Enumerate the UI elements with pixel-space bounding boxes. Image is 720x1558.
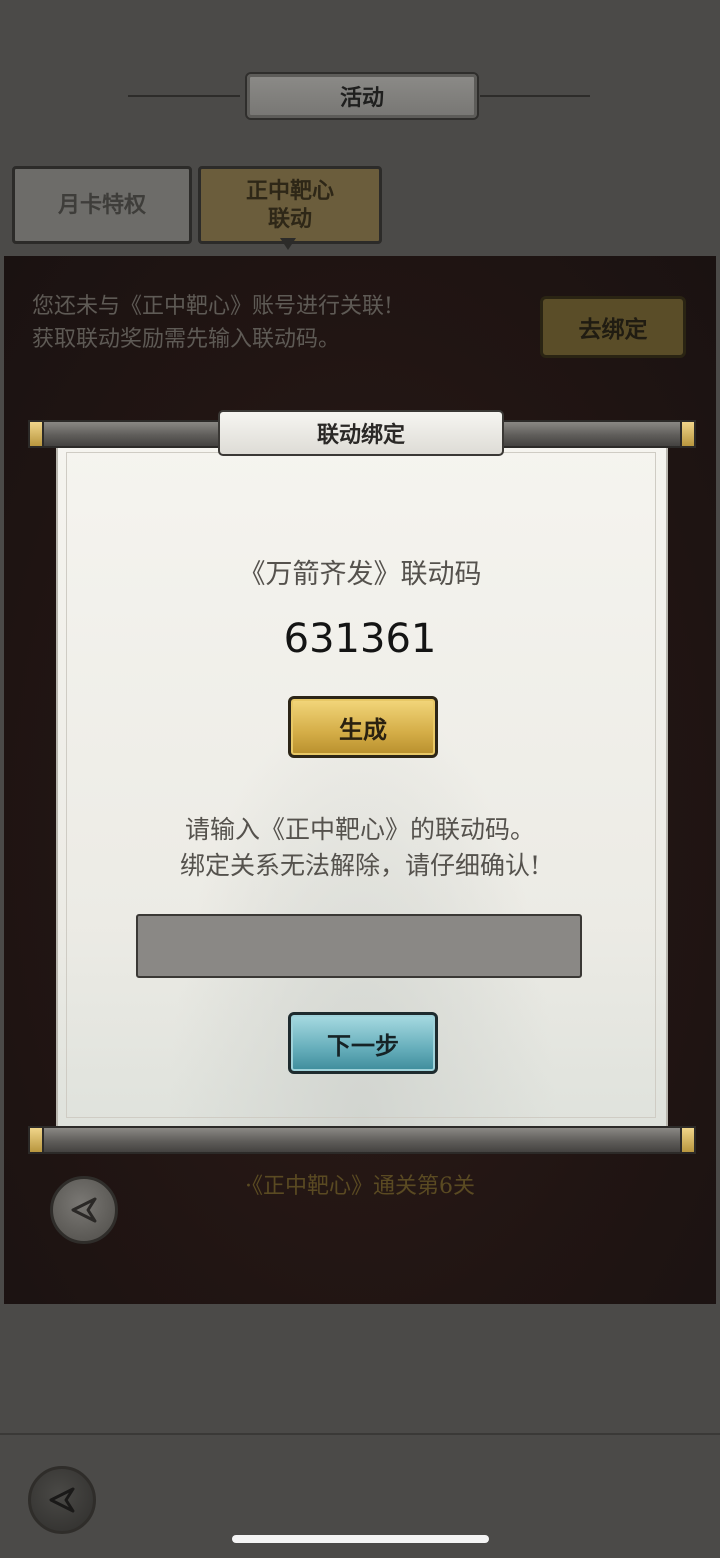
back-button[interactable]	[50, 1176, 118, 1244]
dialog-title: 联动绑定	[218, 410, 504, 456]
tab-selected-indicator	[280, 238, 296, 250]
tab-label: 正中靶心 联动	[245, 178, 334, 232]
instruction-line: 请输入《正中靶心》的联动码。	[184, 815, 535, 844]
go-bind-button[interactable]: 去绑定	[540, 296, 686, 358]
title-divider-left	[128, 95, 240, 97]
rod-cap	[28, 1126, 44, 1154]
home-indicator[interactable]	[232, 1535, 489, 1543]
rod-cap	[28, 420, 44, 448]
bottom-divider	[0, 1433, 720, 1435]
title-divider-right	[480, 95, 590, 97]
back-arrow-icon	[49, 1487, 75, 1513]
next-step-button[interactable]: 下一步	[288, 1012, 438, 1074]
notice-line: 获取联动奖励需先输入联动码。	[32, 327, 341, 352]
instruction-line: 绑定关系无法解除，请仔细确认!	[179, 851, 541, 880]
generate-button[interactable]: 生成	[288, 696, 438, 758]
collab-code-label: 《万箭齐发》联动码	[238, 559, 482, 590]
collab-code-input[interactable]	[136, 914, 582, 978]
notice-line: 您还未与《正中靶心》账号进行关联!	[32, 294, 393, 319]
page-title: 活动	[245, 72, 479, 120]
rod-cap	[680, 420, 696, 448]
bind-notice: 您还未与《正中靶心》账号进行关联! 获取联动奖励需先输入联动码。	[32, 290, 393, 356]
back-arrow-icon	[71, 1197, 97, 1223]
tab-label: 月卡特权	[57, 192, 146, 218]
bind-instructions: 请输入《正中靶心》的联动码。 绑定关系无法解除，请仔细确认!	[56, 812, 664, 884]
collab-code-value: 631361	[283, 616, 437, 662]
scroll-rod-bottom	[28, 1126, 696, 1154]
back-button-bottom[interactable]	[28, 1466, 96, 1534]
tab-monthly-card[interactable]: 月卡特权	[12, 166, 192, 244]
rod-cap	[680, 1126, 696, 1154]
tab-collab[interactable]: 正中靶心 联动	[198, 166, 382, 244]
